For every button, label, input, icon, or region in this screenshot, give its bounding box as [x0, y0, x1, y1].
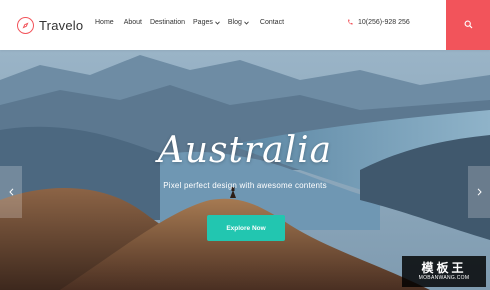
- chevron-right-icon: [477, 183, 482, 201]
- nav-item-label: Pages: [193, 19, 213, 26]
- nav-item-label: Home: [95, 19, 114, 26]
- chevron-down-icon: [244, 21, 249, 25]
- compass-icon: [17, 16, 34, 34]
- watermark: 模板王 MOBANWANG.COM: [402, 256, 486, 287]
- search-button[interactable]: [446, 0, 490, 50]
- main-nav: Home About Destination Pages Blog Contac…: [95, 19, 284, 26]
- nav-item-label: About: [123, 19, 142, 26]
- brand[interactable]: Travelo: [17, 15, 83, 35]
- chevron-down-icon: [215, 21, 220, 25]
- chevron-left-icon: [8, 183, 14, 201]
- phone-number: 10(256)-928 256: [358, 19, 410, 26]
- phone-contact[interactable]: 10(256)-928 256: [347, 19, 410, 26]
- watermark-logo-text: 模板王: [421, 261, 467, 275]
- nav-item-destination[interactable]: Destination: [150, 19, 185, 26]
- slider-prev-button[interactable]: [0, 166, 22, 218]
- search-icon: [464, 16, 473, 34]
- nav-item-label: Blog: [227, 19, 242, 26]
- hero-slider: Australia Pixel perfect design with awes…: [0, 50, 490, 290]
- nav-item-home[interactable]: Home: [95, 19, 114, 26]
- nav-item-label: Destination: [149, 19, 186, 26]
- slider-next-button[interactable]: [468, 166, 490, 218]
- nav-item-label: Contact: [259, 19, 285, 26]
- watermark-url: MOBANWANG.COM: [418, 275, 470, 281]
- nav-item-pages[interactable]: Pages: [193, 19, 220, 26]
- top-navbar: Travelo Home About Destination Pages Blo…: [0, 0, 490, 50]
- hero-subtitle: Pixel perfect design with awesome conten…: [163, 181, 327, 190]
- explore-now-button[interactable]: Explore Now: [207, 215, 285, 241]
- phone-icon: [347, 19, 353, 26]
- nav-item-about[interactable]: About: [124, 19, 142, 26]
- brand-name: Travelo: [39, 17, 84, 33]
- hero-title: Australia: [157, 130, 333, 171]
- nav-item-contact[interactable]: Contact: [260, 19, 284, 26]
- nav-item-blog[interactable]: Blog: [228, 19, 249, 26]
